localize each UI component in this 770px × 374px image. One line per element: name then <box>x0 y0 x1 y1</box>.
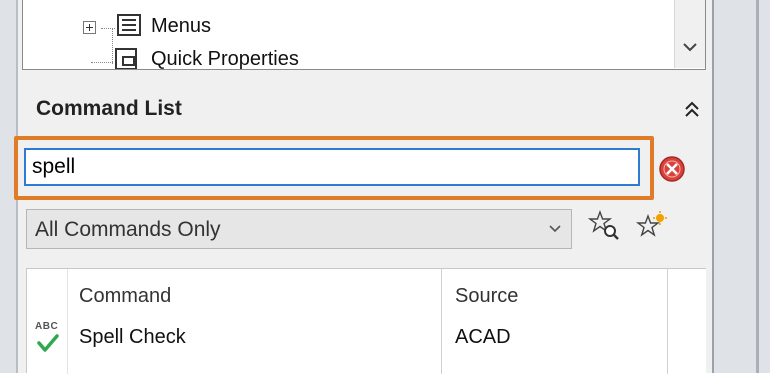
command-filter-dropdown[interactable]: All Commands Only <box>26 209 572 249</box>
right-dock-strip <box>712 0 770 373</box>
tree-item-menus[interactable]: Menus <box>151 15 211 38</box>
quick-properties-icon <box>115 48 137 69</box>
star-search-icon[interactable] <box>588 210 622 242</box>
double-chevron-up-icon[interactable] <box>684 101 700 117</box>
command-list-header: Command List <box>22 87 706 129</box>
star-new-icon[interactable] <box>634 210 668 242</box>
panel-title: Command List <box>36 97 182 120</box>
search-input[interactable] <box>24 148 640 186</box>
expand-icon[interactable] <box>83 21 96 34</box>
tree-scrollbar[interactable] <box>674 0 705 68</box>
tree-item-quick-properties[interactable]: Quick Properties <box>151 48 299 69</box>
column-header-source[interactable]: Source <box>455 285 518 308</box>
column-header-command[interactable]: Command <box>79 285 171 308</box>
customization-tree: Menus Quick Properties <box>22 0 706 70</box>
filter-selected-value: All Commands Only <box>35 218 221 241</box>
table-row-command[interactable]: Spell Check <box>79 326 186 349</box>
spell-check-icon: ABC <box>33 321 63 355</box>
chevron-down-icon[interactable] <box>683 42 697 52</box>
clear-search-icon[interactable] <box>658 155 686 183</box>
command-table: Command Source ABC Spell Check ACAD <box>26 268 706 374</box>
menu-icon <box>117 14 141 36</box>
table-row-source[interactable]: ACAD <box>455 326 511 349</box>
chevron-down-icon <box>549 225 561 233</box>
